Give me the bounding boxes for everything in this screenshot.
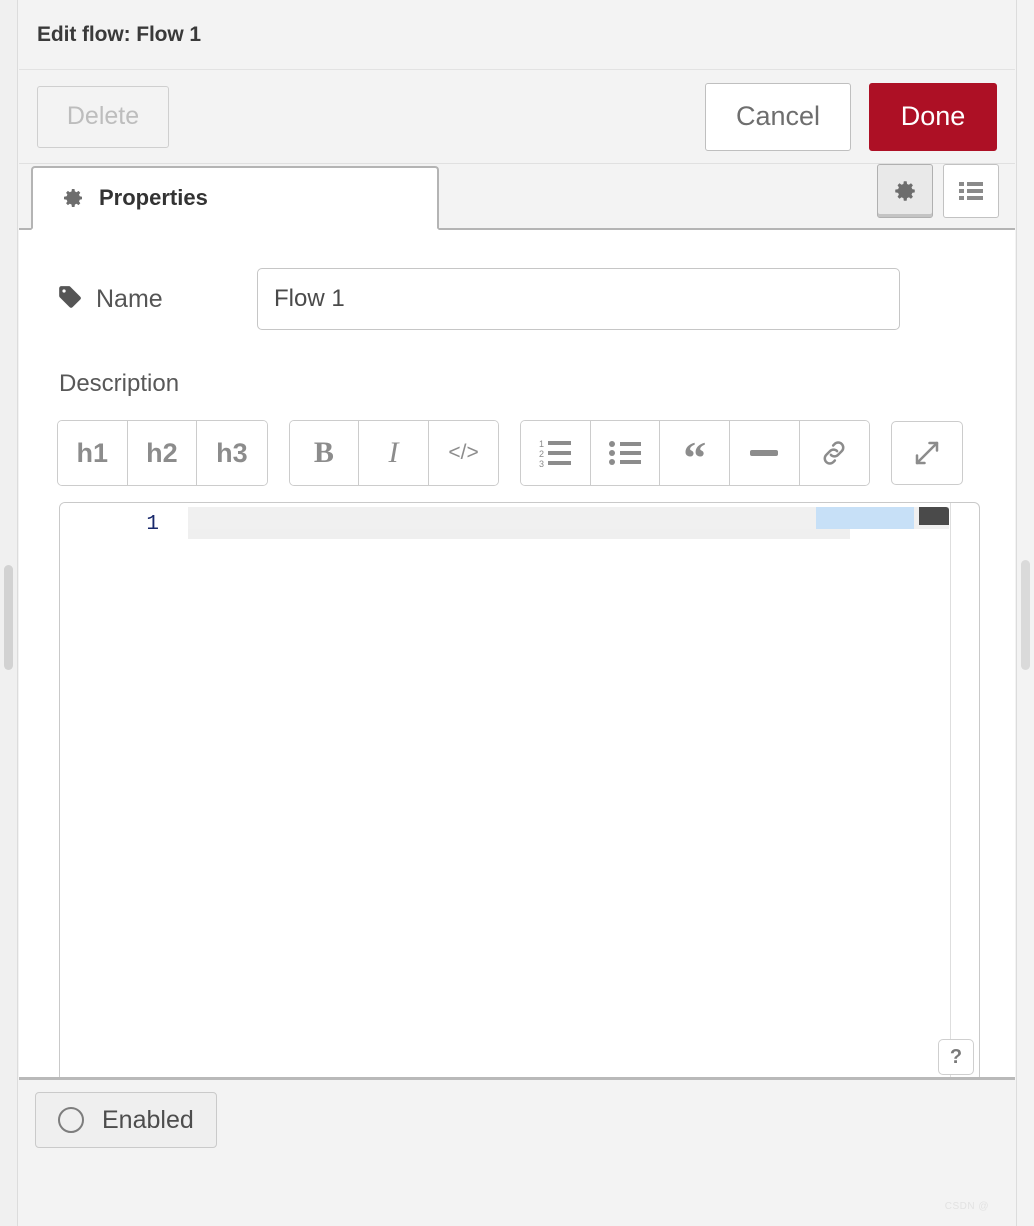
svg-text:3: 3: [539, 459, 544, 468]
unordered-list-button[interactable]: [590, 421, 661, 485]
block-group: 1 2 3 “: [520, 420, 871, 486]
dialog-body: Edit flow: Flow 1 Delete Cancel Done Pro…: [19, 0, 1015, 1226]
delete-button[interactable]: Delete: [37, 85, 169, 148]
right-scrollbar-thumb[interactable]: [1021, 560, 1030, 670]
gear-icon: [895, 181, 915, 201]
enabled-toggle-label: Enabled: [102, 1105, 194, 1134]
editor-vertical-divider: [950, 503, 951, 1077]
description-editor[interactable]: 1 ?: [59, 502, 980, 1077]
blockquote-button[interactable]: “: [660, 421, 730, 485]
tab-tools: [877, 164, 999, 218]
heading-1-label: h1: [76, 437, 109, 468]
code-button[interactable]: </>: [428, 421, 499, 485]
watermark: CSDN @: [944, 1201, 989, 1212]
editor-line-number: 1: [146, 513, 159, 536]
tab-properties-label: Properties: [99, 185, 208, 210]
properties-view-toggle[interactable]: [877, 164, 933, 218]
right-scrollbar[interactable]: [1016, 0, 1034, 1226]
bold-label: B: [313, 436, 334, 469]
editor-gutter: 1: [60, 503, 173, 1077]
dialog-footer: Enabled: [19, 1080, 1015, 1160]
cancel-button[interactable]: Cancel: [705, 82, 851, 151]
edit-flow-dialog: Edit flow: Flow 1 Delete Cancel Done Pro…: [0, 0, 1034, 1226]
format-group: B I </>: [288, 420, 500, 486]
done-button[interactable]: Done: [869, 82, 997, 151]
expand-arrows-icon: [915, 441, 939, 465]
name-label: Name: [96, 284, 163, 313]
editor-hscroll-end-cap[interactable]: [919, 507, 949, 525]
dialog-titlebar: Edit flow: Flow 1: [19, 0, 1015, 70]
link-button[interactable]: [799, 421, 870, 485]
gear-icon: [61, 186, 85, 210]
heading-3-button[interactable]: h3: [197, 421, 267, 485]
enabled-toggle-button[interactable]: Enabled: [35, 1092, 217, 1148]
expand-wrap: [891, 421, 964, 485]
heading-2-button[interactable]: h2: [127, 421, 198, 485]
list-view-toggle[interactable]: [943, 164, 999, 218]
horizontal-rule-button[interactable]: [729, 421, 800, 485]
heading-2-label: h2: [146, 437, 178, 468]
editor-help-button[interactable]: ?: [938, 1039, 974, 1075]
name-input[interactable]: [257, 268, 900, 330]
tab-properties[interactable]: Properties: [31, 166, 439, 230]
link-icon: [823, 441, 845, 465]
horizontal-rule-icon: [750, 450, 779, 456]
list-icon: [959, 182, 983, 200]
ordered-list-button[interactable]: 1 2 3: [521, 421, 591, 485]
markdown-toolbar: h1 h2 h3 B I </> 1 2 3 “: [19, 398, 1015, 486]
bold-button[interactable]: B: [289, 421, 360, 485]
italic-label: I: [388, 436, 399, 469]
page-title: Edit flow: Flow 1: [37, 22, 201, 46]
heading-1-button[interactable]: h1: [58, 421, 128, 485]
name-row: Name: [19, 230, 1015, 330]
editor-horizontal-scrollbar[interactable]: [188, 507, 949, 529]
expand-editor-button[interactable]: [891, 421, 964, 485]
italic-button[interactable]: I: [359, 421, 429, 485]
editor-hscroll-thumb[interactable]: [816, 507, 914, 529]
left-scrollbar[interactable]: [0, 0, 18, 1226]
heading-group: h1 h2 h3: [57, 420, 268, 486]
description-label: Description: [59, 370, 180, 397]
blockquote-icon: “: [683, 431, 707, 483]
heading-3-label: h3: [216, 437, 248, 468]
code-label: </>: [448, 441, 479, 464]
toggle-off-circle-icon: [58, 1107, 84, 1133]
properties-panel: Name Description h1 h2 h3: [19, 230, 1015, 1080]
left-scrollbar-thumb[interactable]: [4, 565, 13, 670]
tag-icon: [57, 284, 83, 315]
unordered-list-icon: [609, 441, 642, 465]
svg-text:2: 2: [539, 449, 544, 459]
editor-active-line-underline: [188, 529, 850, 539]
ordered-list-icon: 1 2 3: [539, 439, 571, 468]
dialog-action-bar: Delete Cancel Done: [19, 70, 1015, 164]
name-label-group: Name: [57, 284, 257, 315]
tab-strip: Properties: [19, 164, 1015, 230]
svg-text:1: 1: [539, 439, 544, 449]
